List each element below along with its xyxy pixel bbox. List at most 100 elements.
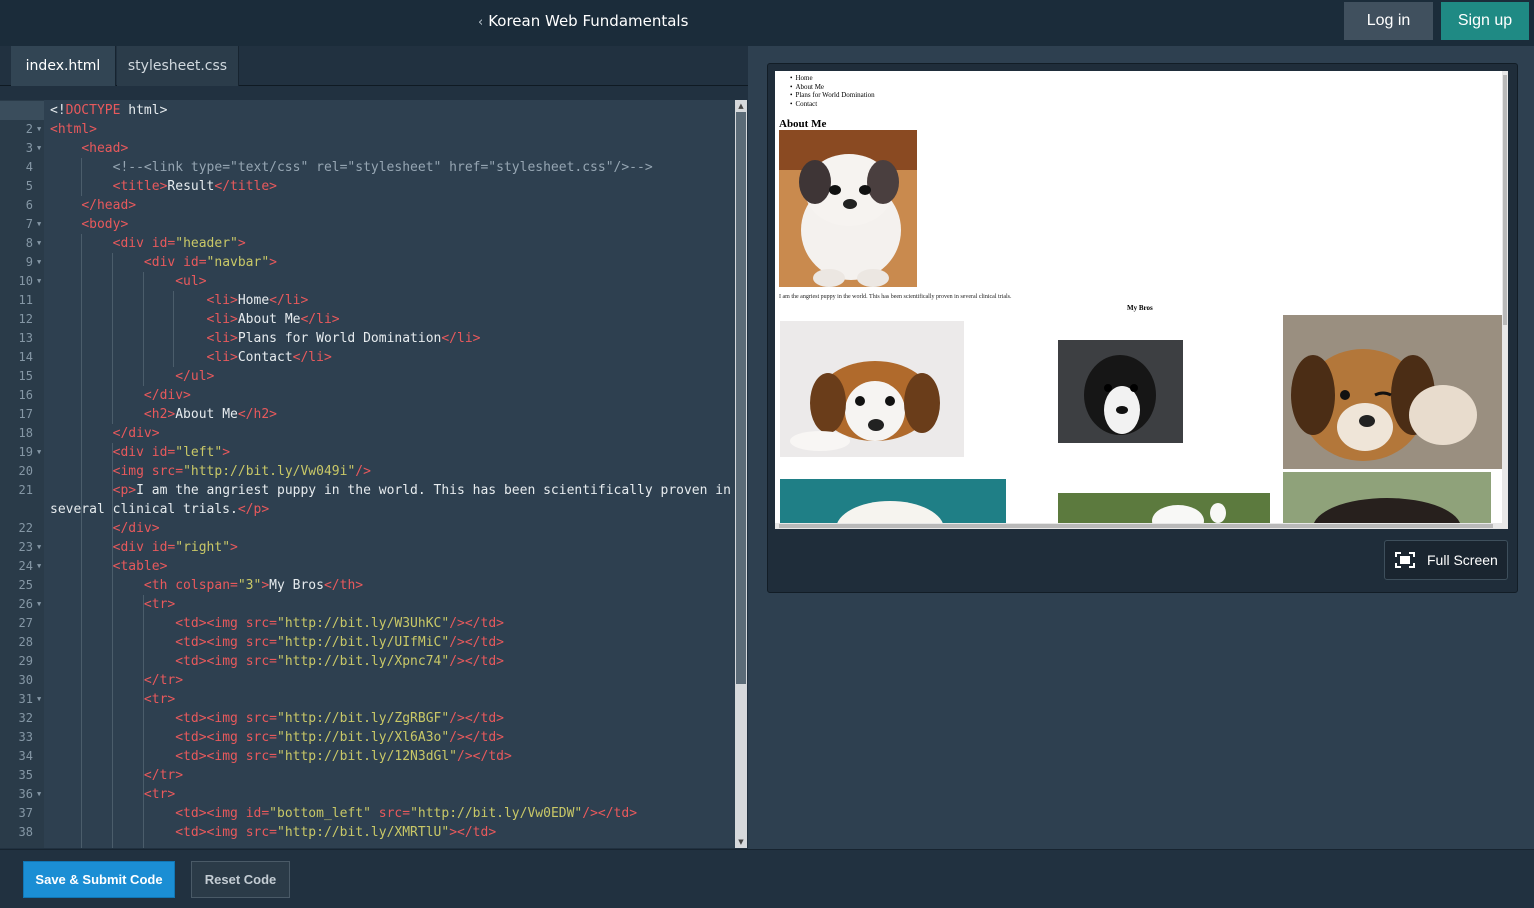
preview-heading: About Me: [779, 118, 827, 130]
code-token: /></td>: [449, 616, 504, 631]
fold-arrow-icon[interactable]: ▼: [37, 272, 41, 291]
code-line[interactable]: </ul>: [50, 367, 214, 386]
fold-arrow-icon[interactable]: ▼: [37, 557, 41, 576]
code-line[interactable]: </div>: [50, 519, 160, 538]
code-line[interactable]: </div>: [50, 424, 160, 443]
code-line[interactable]: <td><img src="http://bit.ly/Xl6A3o"/></t…: [50, 728, 504, 747]
course-title[interactable]: ‹ Korean Web Fundamentals: [478, 0, 688, 42]
full-screen-button[interactable]: Full Screen: [1384, 540, 1508, 580]
code-line[interactable]: <html>: [50, 120, 97, 139]
preview-table-header: My Bros: [1127, 304, 1153, 312]
code-line[interactable]: </head>: [50, 196, 136, 215]
code-line[interactable]: <td><img src="http://bit.ly/12N3dGl"/></…: [50, 747, 512, 766]
code-line[interactable]: <tr>: [50, 690, 175, 709]
course-title-text[interactable]: Korean Web Fundamentals: [488, 12, 688, 30]
line-number: 21: [18, 483, 33, 497]
preview-vertical-scroll-thumb[interactable]: [1503, 75, 1507, 325]
fold-arrow-icon[interactable]: ▼: [37, 538, 41, 557]
code-line[interactable]: <li>Plans for World Domination</li>: [50, 329, 481, 348]
reset-code-button[interactable]: Reset Code: [191, 861, 290, 898]
code-line[interactable]: <table>: [50, 557, 168, 576]
code-token: src=: [245, 654, 277, 669]
fold-arrow-icon[interactable]: ▼: [37, 690, 41, 709]
line-number: 35: [18, 768, 33, 782]
scroll-up-arrow-icon[interactable]: ▲: [735, 100, 747, 112]
code-token: "3": [237, 578, 262, 593]
code-line[interactable]: <td><img id="bottom_left" src="http://bi…: [50, 804, 637, 823]
code-line[interactable]: <li>Home</li>: [50, 291, 309, 310]
code-line[interactable]: several clinical trials.</p>: [50, 500, 269, 519]
code-line[interactable]: </tr>: [50, 766, 183, 785]
login-button[interactable]: Log in: [1344, 2, 1433, 40]
code-line[interactable]: </tr>: [50, 671, 183, 690]
fold-arrow-icon[interactable]: ▼: [37, 215, 41, 234]
code-line[interactable]: <th colspan="3">My Bros</th>: [50, 576, 363, 595]
fold-arrow-icon[interactable]: ▼: [37, 253, 41, 272]
code-line[interactable]: </div>: [50, 386, 191, 405]
code-line[interactable]: <td><img src="http://bit.ly/UIfMiC"/></t…: [50, 633, 504, 652]
code-token: src=: [370, 806, 411, 821]
code-token: </tr>: [143, 768, 184, 783]
code-token: </head>: [81, 198, 137, 213]
fold-arrow-icon[interactable]: ▼: [37, 120, 41, 139]
code-line[interactable]: <li>About Me</li>: [50, 310, 340, 329]
line-number-gutter: 1▼2▼3▼4567▼8▼9▼10▼111213141516171819▼202…: [0, 100, 44, 848]
code-line[interactable]: <title>Result</title>: [50, 177, 277, 196]
signup-button[interactable]: Sign up: [1441, 2, 1529, 40]
code-token: <body>: [81, 217, 129, 232]
code-token: About Me: [175, 407, 238, 422]
code-line[interactable]: <td><img src="http://bit.ly/XMRTlU"></td…: [50, 823, 496, 842]
code-token: id=: [151, 445, 176, 460]
fold-arrow-icon[interactable]: ▼: [37, 443, 41, 462]
code-line[interactable]: <div id="right">: [50, 538, 238, 557]
save-submit-button[interactable]: Save & Submit Code: [23, 861, 175, 898]
code-line[interactable]: <div id="left">: [50, 443, 230, 462]
code-line[interactable]: <li>Contact</li>: [50, 348, 332, 367]
fold-arrow-icon[interactable]: ▼: [37, 595, 41, 614]
code-line[interactable]: <tr>: [50, 595, 175, 614]
fold-arrow-icon[interactable]: ▼: [37, 234, 41, 253]
tab-stylesheet-css[interactable]: stylesheet.css: [117, 46, 239, 86]
fold-arrow-icon[interactable]: ▼: [37, 785, 41, 804]
code-line[interactable]: <body>: [50, 215, 128, 234]
code-token: <td><img: [175, 616, 246, 631]
code-token: <img: [112, 464, 152, 479]
code-token: /></td>: [449, 711, 504, 726]
scroll-down-arrow-icon[interactable]: ▼: [735, 836, 747, 848]
code-token: Home: [237, 293, 270, 308]
code-line[interactable]: <head>: [50, 139, 128, 158]
code-token: <li>: [206, 293, 238, 308]
code-token: <tr>: [143, 692, 176, 707]
code-line[interactable]: <!DOCTYPE html>: [50, 101, 167, 120]
code-line[interactable]: <p>I am the angriest puppy in the world.…: [50, 481, 731, 500]
preview-nav-item: Contact: [795, 100, 875, 109]
code-line[interactable]: <img src="http://bit.ly/Vw049i"/>: [50, 462, 371, 481]
line-number: 7: [25, 217, 33, 231]
code-line[interactable]: <h2>About Me</h2>: [50, 405, 277, 424]
preview-nav-item: Home: [795, 74, 875, 83]
code-line[interactable]: <td><img src="http://bit.ly/W3UhKC"/></t…: [50, 614, 504, 633]
code-token: />: [355, 464, 371, 479]
code-line[interactable]: <td><img src="http://bit.ly/Xpnc74"/></t…: [50, 652, 504, 671]
code-line[interactable]: <div id="header">: [50, 234, 246, 253]
fold-arrow-icon[interactable]: ▼: [37, 139, 41, 158]
editor-scrollbar-thumb[interactable]: [736, 112, 746, 684]
code-line[interactable]: <!--<link type="text/css" rel="styleshee…: [50, 158, 653, 177]
code-line[interactable]: <div id="navbar">: [50, 253, 277, 272]
line-number: 18: [18, 426, 33, 440]
preview-viewport[interactable]: Home About Me Plans for World Domination…: [775, 71, 1508, 529]
tab-index-html[interactable]: index.html: [11, 46, 116, 86]
chevron-left-icon[interactable]: ‹: [478, 15, 483, 30]
code-editor[interactable]: 1▼2▼3▼4567▼8▼9▼10▼111213141516171819▼202…: [0, 100, 735, 848]
code-line[interactable]: <ul>: [50, 272, 206, 291]
code-token: <!: [50, 103, 66, 118]
code-line[interactable]: <td><img src="http://bit.ly/ZgRBGF"/></t…: [50, 709, 504, 728]
code-line[interactable]: <tr>: [50, 785, 175, 804]
preview-horizontal-scroll-thumb[interactable]: [779, 524, 1493, 528]
